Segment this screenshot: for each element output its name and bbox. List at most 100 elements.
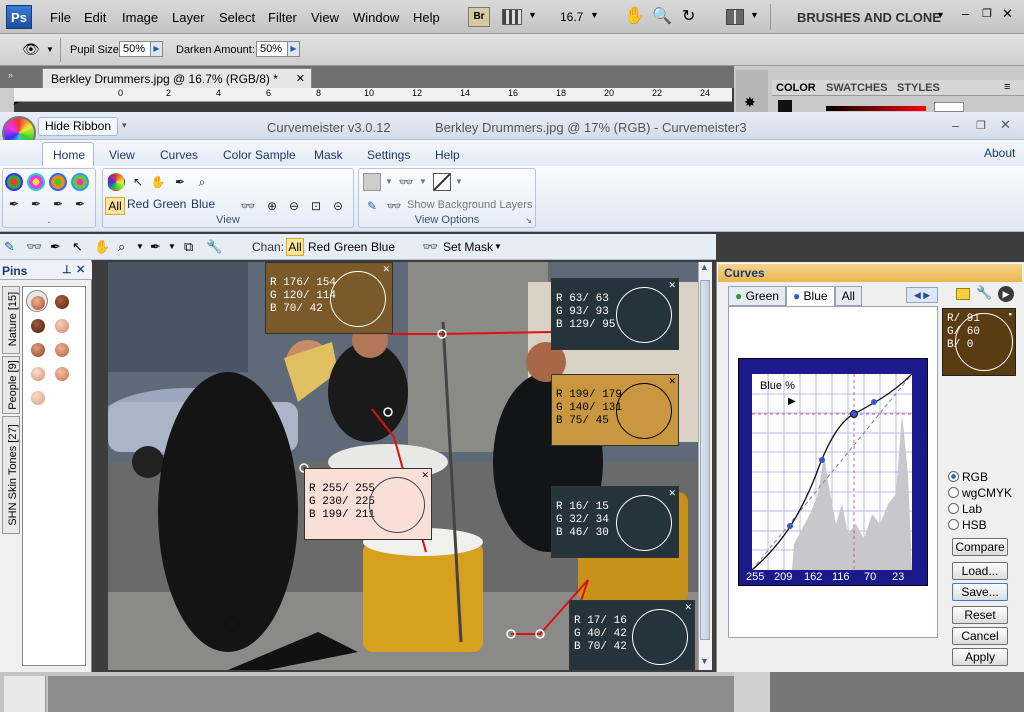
bridge-button[interactable]: Br <box>468 7 490 27</box>
zoom-out-icon[interactable]: ⊖ <box>285 197 303 215</box>
menu-image[interactable]: Image <box>122 10 158 25</box>
close-icon[interactable]: ✕ <box>668 279 676 292</box>
curve-graph[interactable]: Blue % ▶ <box>751 373 913 571</box>
graph-play-icon[interactable]: ▶ <box>788 396 796 407</box>
folder-icon[interactable] <box>956 288 970 300</box>
photoshop-logo[interactable]: Ps <box>6 5 32 29</box>
close-icon[interactable]: ▪ <box>1008 309 1013 322</box>
color-readout[interactable]: ✕ R 17/ 16 G 40/ 42 B 70/ 42 <box>569 600 695 670</box>
close-icon[interactable]: ✕ <box>684 601 692 614</box>
color-wheel-icon[interactable] <box>5 173 23 191</box>
collapse-icon[interactable]: » <box>8 70 13 80</box>
pin-icon[interactable] <box>31 296 45 310</box>
close-icon[interactable]: ✕ <box>1000 117 1011 133</box>
set-mask-button[interactable]: Set Mask <box>443 240 493 254</box>
toolbar-channel-all[interactable]: All <box>286 238 304 256</box>
red-value-field[interactable] <box>934 102 964 112</box>
background-swatch-icon[interactable] <box>363 173 381 191</box>
mask-icon[interactable]: 👓 <box>239 197 257 215</box>
chevron-down-icon[interactable]: ▼ <box>494 242 502 251</box>
menu-filter[interactable]: Filter <box>268 10 297 25</box>
menu-edit[interactable]: Edit <box>84 10 106 25</box>
ps-document-tab[interactable]: Berkley Drummers.jpg @ 16.7% (RGB/8) * ✕ <box>42 68 312 88</box>
zoom-actual-icon[interactable]: ⊝ <box>329 197 347 215</box>
eyedropper-icon[interactable]: ✒ <box>27 195 45 213</box>
curves-tab-all[interactable]: All <box>834 286 862 306</box>
pin-icon[interactable] <box>31 367 45 381</box>
hide-ribbon-button[interactable]: Hide Ribbon <box>38 117 118 136</box>
chevron-down-icon[interactable]: ▼ <box>455 177 463 186</box>
color-readout[interactable]: ✕ R 16/ 15 G 32/ 34 B 46/ 30 <box>551 486 679 558</box>
hand-icon[interactable]: ✋ <box>624 6 645 26</box>
zoom-level-select[interactable]: 16.7 <box>560 10 583 24</box>
color-readout[interactable]: ✕ R 199/ 179 G 140/ 131 B 75/ 45 <box>551 374 679 446</box>
pin-tool-icon[interactable]: ✎ <box>363 197 381 215</box>
hand-icon[interactable]: ✋ <box>94 239 110 255</box>
scroll-up-icon[interactable]: ▲ <box>700 262 709 272</box>
mode-lab-radio[interactable]: Lab <box>948 502 982 516</box>
close-icon[interactable]: ✕ <box>668 487 676 500</box>
channel-all-button[interactable]: All <box>105 197 125 215</box>
menu-layer[interactable]: Layer <box>172 10 205 25</box>
toolbar-channel-green[interactable]: Green <box>334 240 367 254</box>
minimize-icon[interactable]: – <box>952 118 959 133</box>
pupil-size-input[interactable]: 50% <box>119 41 151 57</box>
toolbar-channel-red[interactable]: Red <box>308 240 330 254</box>
gear-icon[interactable]: ✸ <box>744 94 756 111</box>
pin-icon[interactable] <box>31 319 45 333</box>
chevron-down-icon[interactable]: ▼ <box>419 177 427 186</box>
zoom-in-icon[interactable]: ⊕ <box>263 197 281 215</box>
glasses-icon[interactable]: 👓 <box>397 173 415 191</box>
dialog-launcher-icon[interactable]: ↘ <box>525 216 532 225</box>
eyedropper-icon[interactable]: ✒ <box>171 173 189 191</box>
darken-amount-control[interactable]: 50% ▶ <box>256 41 300 57</box>
eyedropper-add-icon[interactable]: ✒ <box>71 195 89 213</box>
pupil-size-arrow-icon[interactable]: ▶ <box>151 41 163 57</box>
mode-wgcmyk-radio[interactable]: wgCMYK <box>948 486 1012 500</box>
panel-menu-icon[interactable]: ≡ <box>1004 81 1010 93</box>
channel-blue-button[interactable]: Blue <box>191 197 215 211</box>
menu-file[interactable]: File <box>50 10 71 25</box>
color-wheel-icon[interactable] <box>71 173 89 191</box>
pin-icon[interactable] <box>55 343 69 357</box>
close-icon[interactable]: ✕ <box>1002 6 1013 22</box>
pin-tool-icon[interactable]: ✎ <box>4 239 15 255</box>
image-canvas[interactable]: ✕ R 176/ 154 G 120/ 114 B 70/ 42 ✕ R 63/… <box>108 262 698 670</box>
tab-help[interactable]: Help <box>435 148 460 162</box>
chevron-down-icon[interactable]: ▼ <box>528 10 537 20</box>
tab-styles[interactable]: STYLES <box>897 82 940 94</box>
wrench-icon[interactable]: 🔧 <box>976 285 992 301</box>
chevron-down-icon[interactable]: ▼ <box>385 177 393 186</box>
red-eye-tool-icon[interactable]: 👁 <box>22 41 40 58</box>
mode-hsb-radio[interactable]: HSB <box>948 518 987 532</box>
arrange-documents-icon[interactable] <box>726 9 744 25</box>
wrench-icon[interactable]: 🔧 <box>206 239 222 255</box>
reset-button[interactable]: Reset <box>952 606 1008 624</box>
compare-button[interactable]: Compare <box>952 538 1008 556</box>
menu-select[interactable]: Select <box>219 10 255 25</box>
mask-icon[interactable]: 👓 <box>422 239 438 255</box>
curves-tab-blue[interactable]: ● Blue <box>785 286 835 306</box>
cancel-button[interactable]: Cancel <box>952 627 1008 645</box>
load-button[interactable]: Load... <box>952 562 1008 580</box>
chevron-down-icon[interactable]: ▼ <box>936 10 945 20</box>
darken-amount-input[interactable]: 50% <box>256 41 288 57</box>
toolbar-channel-blue[interactable]: Blue <box>371 240 395 254</box>
chevron-down-icon[interactable]: ▼ <box>590 10 599 20</box>
scrollbar-thumb[interactable] <box>700 280 710 640</box>
pin-panel-icon[interactable]: ⊥ <box>62 263 72 276</box>
close-icon[interactable]: ✕ <box>668 375 676 388</box>
restore-icon[interactable]: ❐ <box>982 7 992 20</box>
close-icon[interactable]: ✕ <box>296 72 305 85</box>
zoom-fit-icon[interactable]: ⊡ <box>307 197 325 215</box>
save-button[interactable]: Save... <box>952 583 1008 601</box>
about-link[interactable]: About <box>984 146 1015 160</box>
pin-icon[interactable] <box>55 367 69 381</box>
curve-display-icon[interactable] <box>433 173 451 191</box>
close-icon[interactable]: ✕ <box>382 263 390 276</box>
show-background-layers-toggle[interactable]: Show Background Layers <box>407 199 532 211</box>
color-readout[interactable]: ✕ R 255/ 255 G 230/ 225 B 199/ 211 <box>304 468 432 540</box>
mask-icon[interactable]: 👓 <box>385 197 403 215</box>
tab-nature[interactable]: Nature [15] <box>2 286 20 354</box>
tab-view[interactable]: View <box>109 148 135 162</box>
